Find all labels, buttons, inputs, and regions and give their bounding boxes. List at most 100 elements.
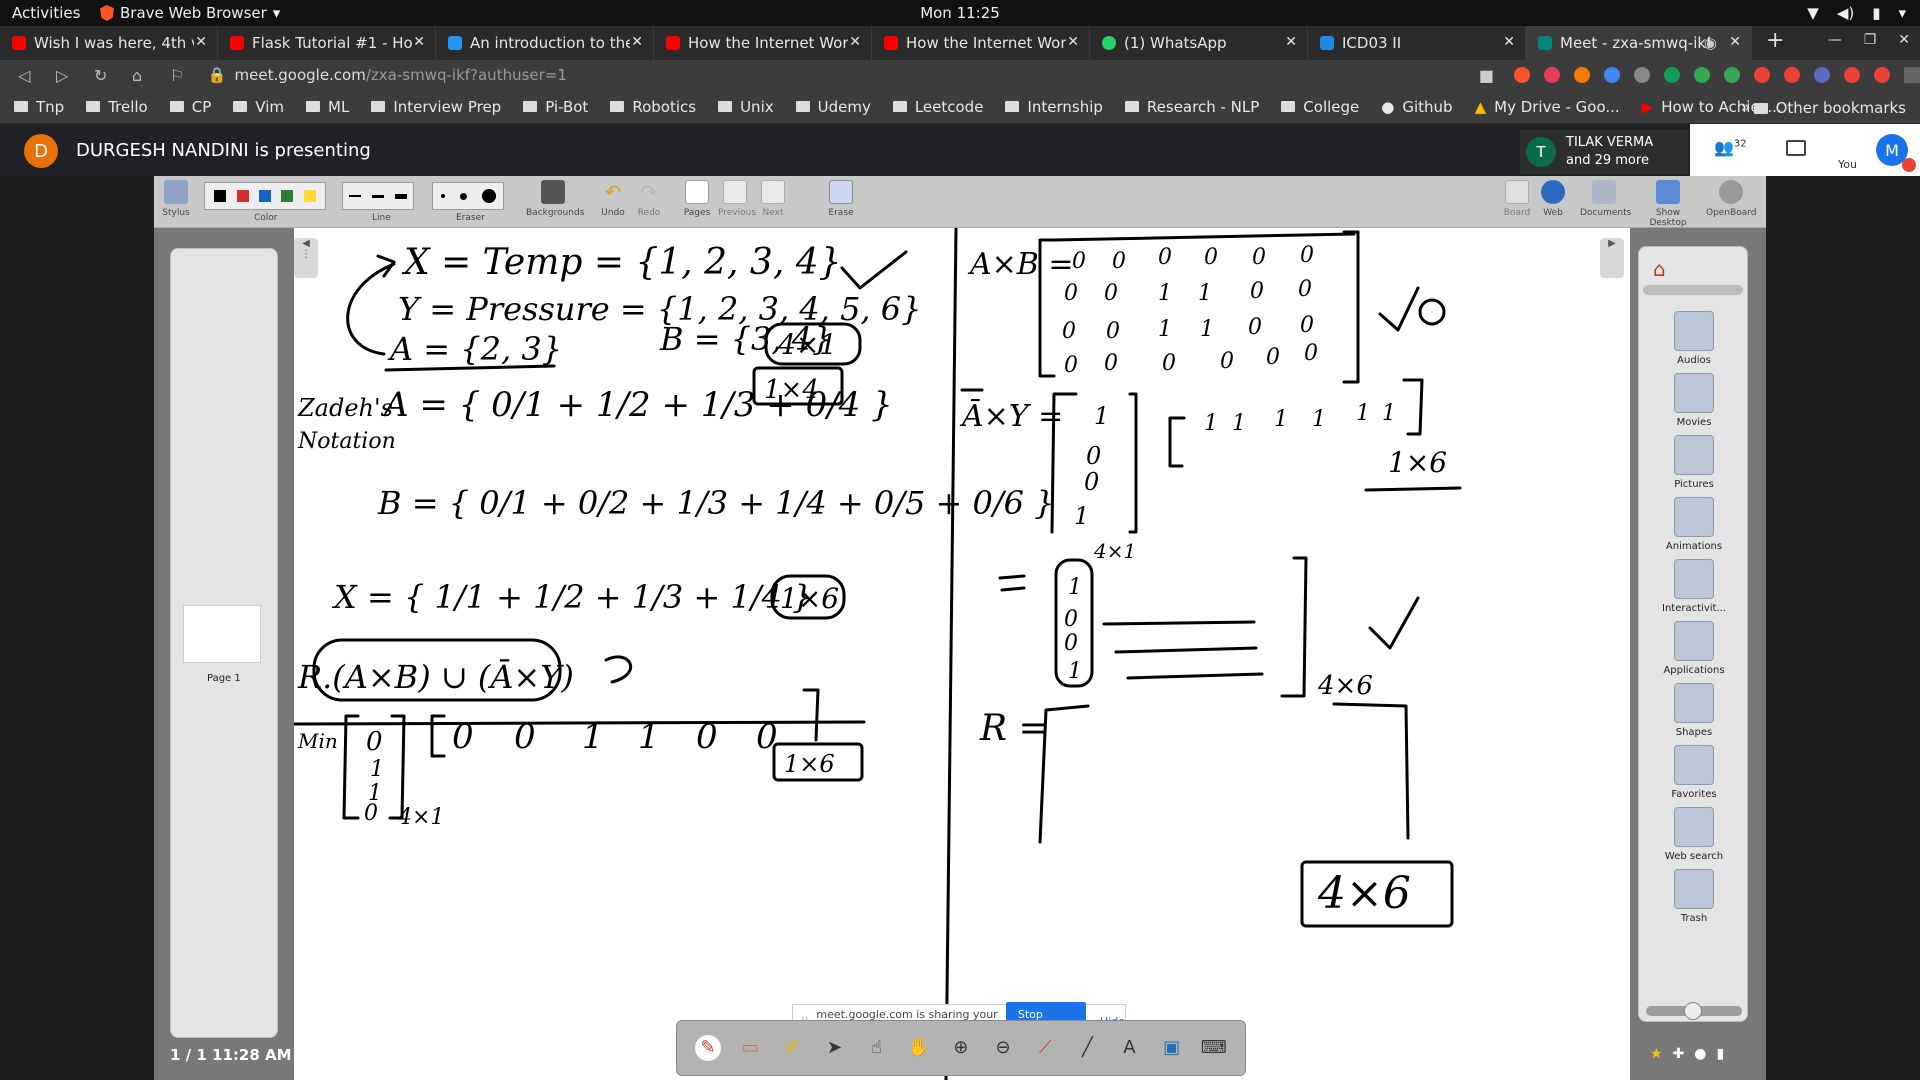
browser-tab[interactable]: Wish I was here, 4th virt✕	[0, 26, 218, 60]
line-thick[interactable]	[395, 193, 408, 199]
library-interactivities[interactable]: Interactivit...	[1639, 559, 1749, 614]
bookmark-folder[interactable]: Interview Prep	[371, 98, 501, 116]
color-swatch[interactable]	[214, 190, 227, 202]
text-icon[interactable]: A	[1116, 1035, 1142, 1061]
extension-icon[interactable]	[1574, 67, 1590, 83]
eraser-large[interactable]	[481, 189, 496, 203]
color-swatch[interactable]	[303, 190, 316, 202]
extension-icon[interactable]	[1724, 67, 1740, 83]
line-thin[interactable]	[348, 195, 361, 197]
eraser-small[interactable]	[440, 194, 445, 198]
library-shapes[interactable]: Shapes	[1639, 683, 1749, 738]
close-icon[interactable]: ✕	[1729, 34, 1741, 50]
selector-icon[interactable]: ➤	[821, 1035, 847, 1061]
erase-button[interactable]: Erase	[826, 180, 856, 218]
color-swatch[interactable]	[236, 190, 249, 202]
extension-icon[interactable]	[1784, 67, 1800, 83]
hand-icon[interactable]: ✋	[906, 1035, 932, 1061]
close-window-button[interactable]: ✕	[1898, 32, 1910, 48]
library-audios[interactable]: Audios	[1639, 311, 1749, 366]
close-icon[interactable]: ✕	[631, 34, 643, 50]
bookmark-folder[interactable]: Research - NLP	[1124, 98, 1259, 116]
extension-icon[interactable]	[1844, 67, 1860, 83]
openboard-menu-button[interactable]: OpenBoard	[1706, 180, 1757, 218]
forward-icon[interactable]: ▷	[56, 66, 76, 85]
library-scrollbar[interactable]	[1643, 285, 1743, 295]
close-icon[interactable]: ✕	[849, 34, 861, 50]
library-movies[interactable]: Movies	[1639, 373, 1749, 428]
laser-pointer-icon[interactable]: ⟋	[1032, 1035, 1058, 1061]
restore-button[interactable]: ❐	[1864, 32, 1877, 48]
bookmark-folder[interactable]: CP	[169, 98, 211, 116]
more-bookmarks-icon[interactable]: »	[1741, 98, 1750, 116]
extension-icon[interactable]	[1664, 67, 1680, 83]
next-page-button[interactable]: Next	[758, 180, 788, 218]
stylus-tool[interactable]: Stylus	[160, 180, 192, 218]
browser-tab[interactable]: ICD03 II ✕	[1308, 26, 1526, 60]
line-width-picker[interactable]	[342, 182, 414, 210]
interact-hand-icon[interactable]: ☝	[864, 1035, 890, 1061]
camera-icon[interactable]: ■	[1479, 66, 1494, 85]
library-pictures[interactable]: Pictures	[1639, 435, 1749, 490]
web-mode-button[interactable]: Web	[1538, 180, 1568, 218]
browser-tab[interactable]: Flask Tutorial #1 - How ✕	[218, 26, 436, 60]
bookmark-folder[interactable]: Pi-Bot	[523, 98, 588, 116]
eraser-icon[interactable]: ▭	[737, 1035, 763, 1061]
whiteboard-canvas[interactable]: ◀ ⋮ ▶ X = Temp = {1, 2, 3, 4} Y = Pressur…	[294, 228, 1630, 1080]
previous-page-button[interactable]: Previous	[718, 180, 756, 218]
board-mode-button[interactable]: Board	[1502, 180, 1532, 218]
slider-knob[interactable]	[1684, 1002, 1702, 1020]
line-icon[interactable]: ╱	[1074, 1035, 1100, 1061]
browser-tab-active[interactable]: Meet - zxa-smwq-ikf ◉ ✕	[1526, 26, 1752, 60]
brave-rewards-icon[interactable]	[1544, 67, 1560, 83]
marker-icon[interactable]: ✐	[779, 1035, 805, 1061]
star-icon[interactable]: ★	[1650, 1046, 1663, 1062]
line-medium[interactable]	[371, 194, 384, 198]
bookmark-link[interactable]: ▲ My Drive - Goo...	[1475, 98, 1620, 116]
chat-icon[interactable]	[1786, 140, 1806, 156]
backgrounds-tool[interactable]: Backgrounds	[526, 180, 584, 218]
bookmark-folder[interactable]: Udemy	[795, 98, 871, 116]
undo-button[interactable]: ↶ Undo	[598, 180, 628, 218]
new-tab-button[interactable]: +	[1752, 26, 1798, 60]
close-icon[interactable]: ✕	[195, 34, 207, 50]
bookmark-icon[interactable]: ⚐	[170, 66, 190, 85]
bookmark-folder[interactable]: Unix	[718, 98, 774, 116]
color-swatch[interactable]	[258, 190, 271, 202]
bookmark-folder[interactable]: Trello	[86, 98, 148, 116]
reload-icon[interactable]: ↻	[94, 66, 114, 85]
thumbnail-size-slider[interactable]	[1646, 1002, 1742, 1020]
library-animations[interactable]: Animations	[1639, 497, 1749, 552]
extension-icon[interactable]	[1694, 67, 1710, 83]
eraser-size-picker[interactable]	[432, 182, 504, 210]
participant-chip[interactable]: T TILAK VERMA and 29 more	[1520, 130, 1688, 174]
documents-button[interactable]: Documents	[1580, 180, 1631, 218]
back-icon[interactable]: ◁	[18, 66, 38, 85]
redo-button[interactable]: ↷ Redo	[634, 180, 664, 218]
bookmark-folder[interactable]: Internship	[1005, 98, 1103, 116]
extension-icon[interactable]	[1874, 67, 1890, 83]
bookmark-folder[interactable]: College	[1281, 98, 1359, 116]
close-icon[interactable]: ✕	[1503, 34, 1515, 50]
close-icon[interactable]: ✕	[413, 34, 425, 50]
zoom-out-icon[interactable]: ⊖	[990, 1035, 1016, 1061]
extension-icon[interactable]	[1754, 67, 1770, 83]
url-field[interactable]: 🔒 meet.google.com/zxa-smwq-ikf?authuser=…	[208, 66, 1279, 84]
extension-icon[interactable]	[1604, 67, 1620, 83]
close-icon[interactable]: ✕	[1285, 34, 1297, 50]
brave-shield-icon[interactable]	[1514, 67, 1530, 83]
browser-tab[interactable]: (1) WhatsApp ✕	[1090, 26, 1308, 60]
library-trash[interactable]: Trash	[1639, 869, 1749, 924]
library-applications[interactable]: Applications	[1639, 621, 1749, 676]
capture-icon[interactable]: ▣	[1159, 1035, 1185, 1061]
add-folder-icon[interactable]: ✚	[1673, 1046, 1685, 1062]
keyboard-icon[interactable]: ⌨	[1201, 1035, 1227, 1061]
close-icon[interactable]: ✕	[1067, 34, 1079, 50]
library-web-search[interactable]: Web search	[1639, 807, 1749, 862]
bookmark-folder[interactable]: Robotics	[610, 98, 696, 116]
home-icon[interactable]: ⌂	[1653, 257, 1666, 281]
extension-icon[interactable]	[1814, 67, 1830, 83]
home-icon[interactable]: ⌂	[132, 66, 152, 85]
bookmark-folder[interactable]: Tnp	[14, 98, 64, 116]
zoom-in-icon[interactable]: ⊕	[948, 1035, 974, 1061]
